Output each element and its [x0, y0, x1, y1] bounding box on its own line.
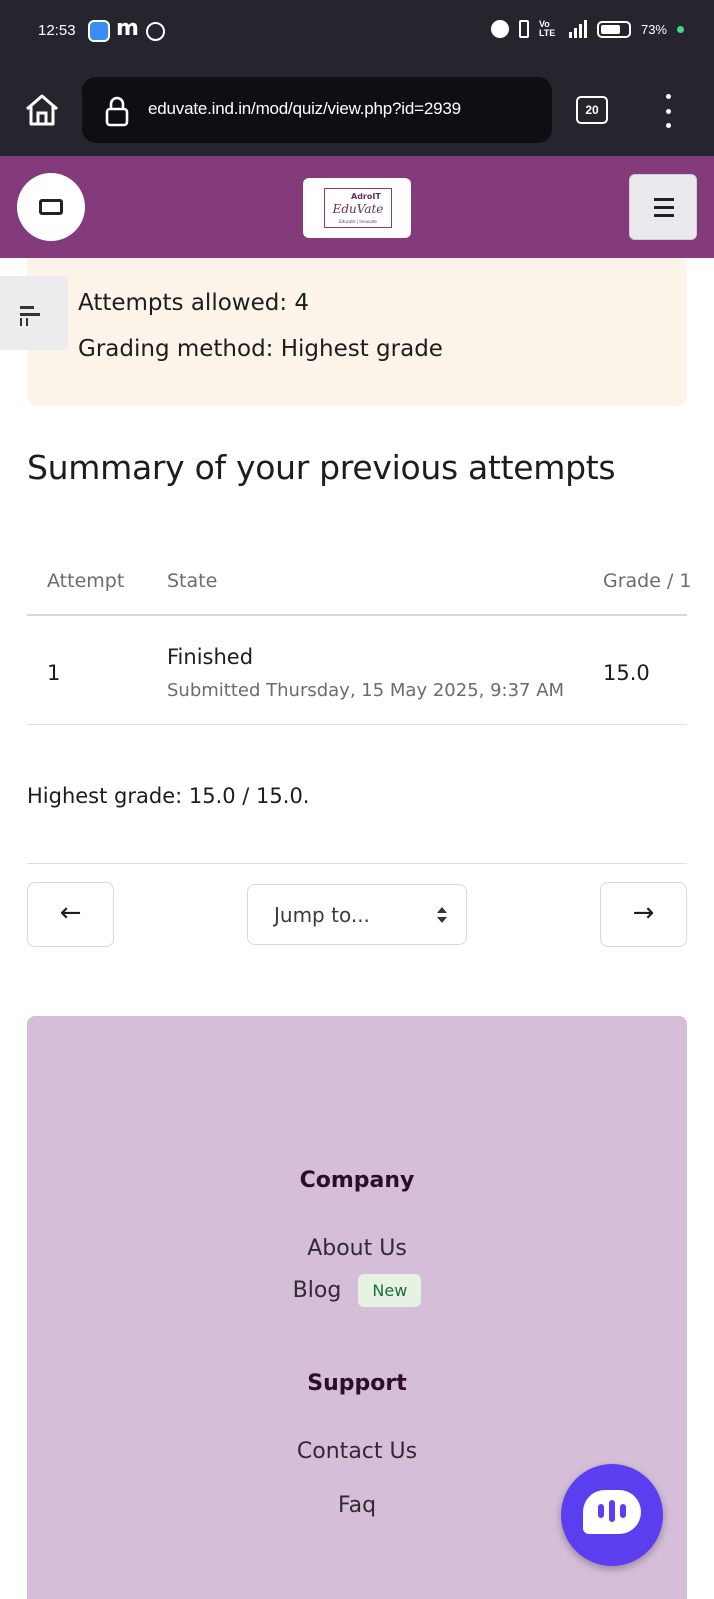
status-time: 12:53: [38, 22, 76, 39]
site-logo[interactable]: AdroIT EduVate Educate | Innovate: [303, 178, 411, 238]
column-header-grade: Grade / 1: [603, 570, 692, 592]
status-bar: 12:53 m Vo LTE 73%: [0, 0, 714, 64]
table-header-divider: [27, 614, 687, 616]
column-header-state: State: [167, 570, 218, 592]
tab-switcher-button[interactable]: 20: [576, 96, 608, 124]
vpn-shield-icon: [146, 22, 165, 41]
footer-blog-row: Blog New: [27, 1274, 687, 1314]
address-bar[interactable]: eduvate.ind.in/mod/quiz/view.php?id=2939: [82, 77, 552, 143]
browser-toolbar: eduvate.ind.in/mod/quiz/view.php?id=2939…: [0, 64, 714, 156]
footer-support-heading: Support: [307, 1371, 407, 1396]
home-icon[interactable]: [22, 90, 62, 130]
hamburger-menu-button[interactable]: [629, 174, 697, 240]
volte-icon: Vo LTE: [538, 19, 556, 38]
privacy-dot-icon: [677, 25, 684, 33]
site-header: AdroIT EduVate Educate | Innovate: [0, 156, 714, 258]
course-index-toggle[interactable]: [0, 276, 68, 350]
browser-menu-icon[interactable]: [664, 94, 672, 128]
attempt-grade: 15.0: [603, 661, 650, 685]
chat-widget-button[interactable]: [561, 1464, 663, 1566]
logo-top-text: AdroIT: [351, 192, 381, 201]
new-badge: New: [358, 1274, 422, 1307]
attempt-number: 1: [47, 661, 61, 685]
logo-name-text: EduVate: [332, 202, 384, 216]
alarm-icon: [490, 20, 509, 38]
highest-grade: Highest grade: 15.0 / 15.0.: [27, 784, 310, 808]
jump-to-label: Jump to...: [274, 903, 370, 927]
drawer-toggle-button[interactable]: [17, 173, 85, 241]
section-divider: [27, 863, 687, 864]
footer-contact-link[interactable]: Contact Us: [27, 1439, 687, 1464]
footer-about-link[interactable]: About Us: [27, 1236, 687, 1261]
attempt-submitted: Submitted Thursday, 15 May 2025, 9:37 AM: [167, 680, 565, 701]
battery-percent: 73%: [640, 21, 667, 37]
chat-icon: [583, 1490, 641, 1534]
url-text[interactable]: eduvate.ind.in/mod/quiz/view.php?id=2939: [148, 99, 461, 119]
app-notification-icon: [88, 20, 110, 42]
quiz-info-box: Attempts allowed: 4 Grading method: High…: [27, 258, 687, 406]
signal-icon: [568, 20, 587, 38]
lock-icon: [105, 96, 129, 127]
table-row-divider: [27, 724, 687, 725]
m-app-icon: m: [116, 16, 139, 41]
footer-company-heading: Company: [299, 1168, 415, 1193]
column-header-attempt: Attempt: [47, 570, 125, 592]
select-arrows-icon: [437, 907, 447, 923]
summary-title: Summary of your previous attempts: [27, 448, 616, 487]
grading-method: Grading method: Highest grade: [78, 336, 443, 362]
attempts-allowed: Attempts allowed: 4: [78, 290, 310, 316]
jump-to-select[interactable]: Jump to...: [247, 884, 467, 945]
battery-icon: [596, 20, 631, 38]
logo-tagline-text: Educate | Innovate: [339, 219, 377, 224]
footer-blog-link[interactable]: Blog: [293, 1278, 342, 1303]
previous-activity-button[interactable]: ←: [27, 882, 114, 947]
next-activity-button[interactable]: →: [600, 882, 687, 947]
vibrate-icon: [518, 20, 529, 38]
attempt-state: Finished: [167, 645, 254, 669]
